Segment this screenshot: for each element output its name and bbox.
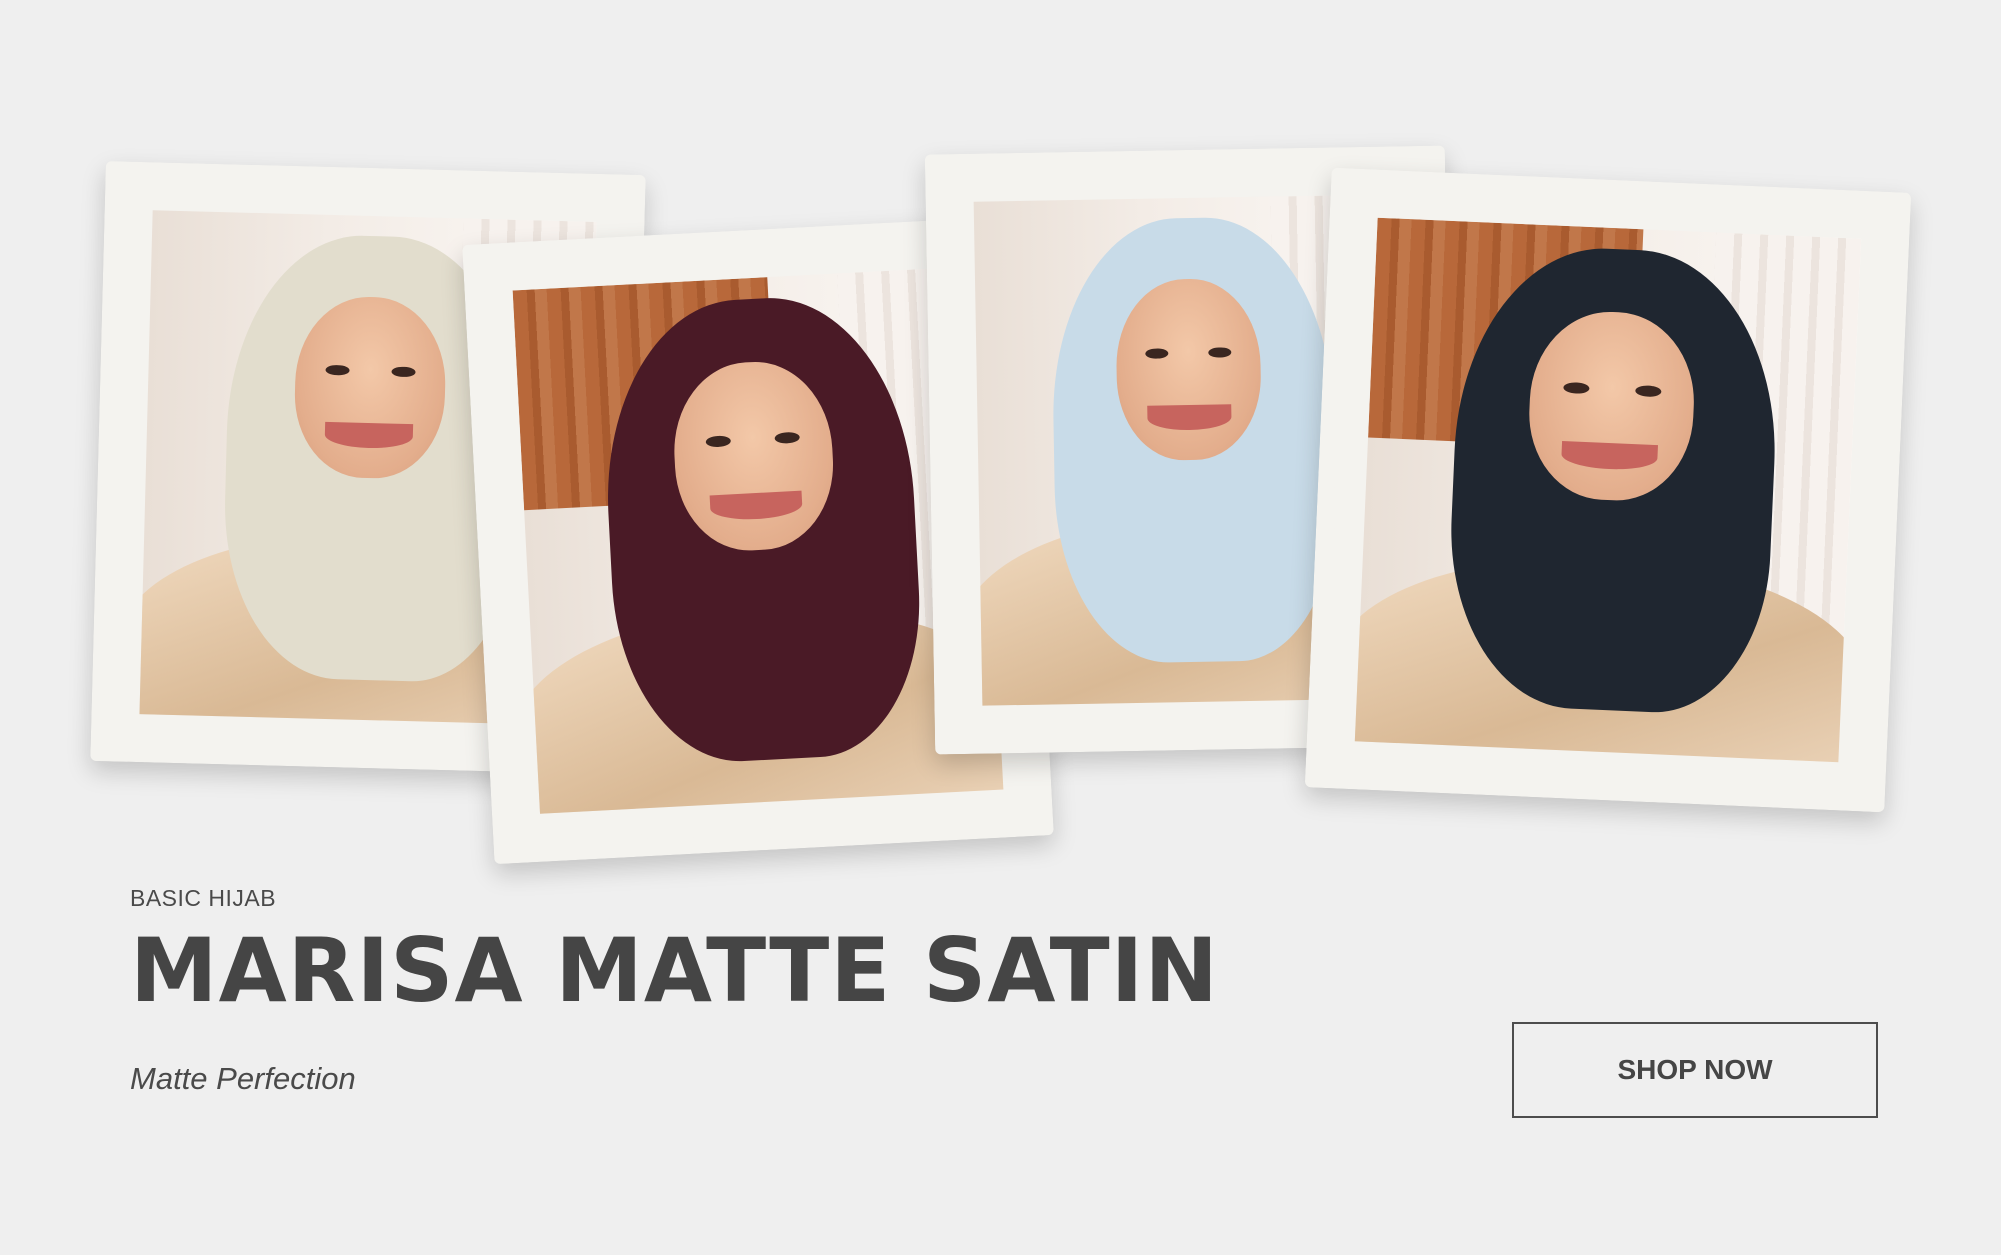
- stamp-photo-4: [1304, 167, 1912, 813]
- product-title: MARISA MATTE SATIN: [130, 919, 1220, 1022]
- product-tagline: Matte Perfection: [130, 1061, 356, 1097]
- shop-now-button[interactable]: SHOP NOW: [1512, 1022, 1878, 1118]
- hero-copy: BASIC HIJAB MARISA MATTE SATIN Matte Per…: [130, 885, 1219, 1097]
- hero-banner: BASIC HIJAB MARISA MATTE SATIN Matte Per…: [0, 0, 2001, 1255]
- model-photo-4: [1354, 217, 1862, 763]
- category-label: BASIC HIJAB: [130, 885, 277, 911]
